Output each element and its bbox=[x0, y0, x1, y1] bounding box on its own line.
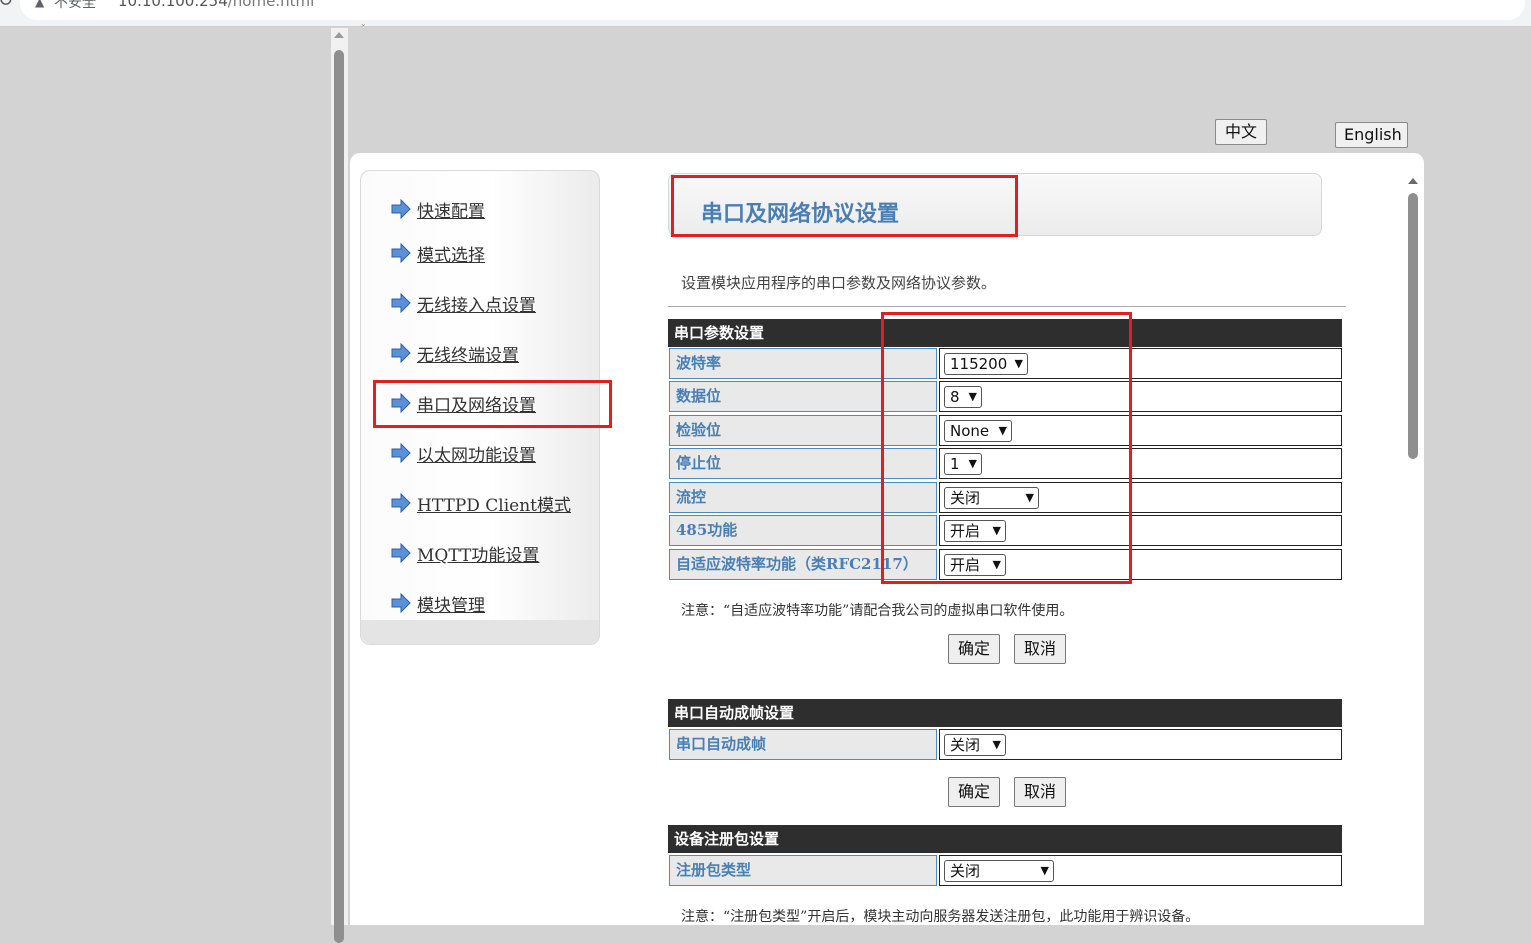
sidebar-item-module-management[interactable]: 模块管理 bbox=[391, 591, 485, 616]
page-description: 设置模块应用程序的串口参数及网络协议参数。 bbox=[681, 274, 997, 292]
sidebar-footer bbox=[361, 620, 599, 644]
serial-ok-button[interactable]: 确定 bbox=[948, 634, 1000, 664]
autoframe-select[interactable]: 关闭 ▼ bbox=[944, 734, 1006, 756]
sidebar-item-label: MQTT功能设置 bbox=[417, 545, 540, 566]
sidebar-item-wireless-ap[interactable]: 无线接入点设置 bbox=[391, 291, 536, 316]
autoframe-cancel-button[interactable]: 取消 bbox=[1014, 777, 1066, 807]
sidebar-item-label: 无线接入点设置 bbox=[417, 295, 536, 316]
serial-cancel-button[interactable]: 取消 bbox=[1014, 634, 1066, 664]
row-label: 注册包类型 bbox=[669, 855, 937, 886]
highlight-box-selects bbox=[881, 312, 1132, 584]
sidebar-item-label: 快速配置 bbox=[417, 201, 485, 222]
arrow-right-icon bbox=[391, 593, 411, 613]
row-value-cell: 关闭 ▼ bbox=[939, 855, 1342, 886]
arrow-right-icon bbox=[391, 243, 411, 263]
url-host: 10.10.100.254 bbox=[118, 0, 228, 10]
sidebar-item-mode-select[interactable]: 模式选择 bbox=[391, 241, 485, 266]
highlight-box-menu bbox=[373, 380, 612, 428]
scroll-up-icon[interactable] bbox=[1408, 178, 1418, 184]
url-text[interactable]: 10.10.100.254/home.html bbox=[118, 0, 314, 10]
highlight-box-title bbox=[671, 175, 1018, 237]
autoframe-ok-button[interactable]: 确定 bbox=[948, 777, 1000, 807]
table-row-register-type: 注册包类型 关闭 ▼ bbox=[668, 854, 1342, 887]
arrow-right-icon bbox=[391, 443, 411, 463]
scrollbar-thumb[interactable] bbox=[1408, 193, 1418, 459]
insecure-label: 不安全 bbox=[54, 0, 96, 11]
arrow-right-icon bbox=[391, 543, 411, 563]
page-scrollbar[interactable] bbox=[331, 28, 348, 943]
content-frame: 快速配置 模式选择 无线接入点设置 无线终端设置 串口及网络设置 以太网功能设置… bbox=[350, 153, 1424, 925]
row-value-cell: 关闭 ▼ bbox=[939, 729, 1342, 760]
divider bbox=[668, 306, 1346, 307]
lang-en-button[interactable]: English bbox=[1335, 122, 1408, 148]
sidebar-item-ethernet[interactable]: 以太网功能设置 bbox=[391, 441, 536, 466]
arrow-right-icon bbox=[391, 199, 411, 219]
sidebar-item-httpd-client[interactable]: HTTPD Client模式 bbox=[391, 491, 572, 516]
arrow-right-icon bbox=[391, 343, 411, 363]
scrollbar-thumb[interactable] bbox=[334, 50, 344, 943]
browser-address-bar: ↻ ▲ 不安全 10.10.100.254/home.html bbox=[0, 0, 1531, 27]
serial-note: 注意：“自适应波特率功能”请配合我公司的虚拟串口软件使用。 bbox=[681, 603, 1074, 619]
sidebar-item-label: HTTPD Client模式 bbox=[417, 495, 572, 516]
table-row-autoframe: 串口自动成帧 关闭 ▼ bbox=[668, 728, 1342, 761]
sidebar-item-label: 无线终端设置 bbox=[417, 345, 519, 366]
chevron-down-icon: ▼ bbox=[992, 738, 1001, 751]
register-type-select[interactable]: 关闭 ▼ bbox=[944, 860, 1054, 882]
frame-mark: ˇ bbox=[361, 24, 366, 35]
section-header-register: 设备注册包设置 bbox=[668, 825, 1342, 853]
arrow-right-icon bbox=[391, 493, 411, 513]
select-value: 关闭 bbox=[950, 862, 981, 880]
warning-icon: ▲ bbox=[35, 0, 45, 9]
frame-scrollbar[interactable] bbox=[1405, 171, 1422, 925]
scroll-up-icon[interactable] bbox=[334, 32, 344, 38]
reload-icon[interactable]: ↻ bbox=[0, 0, 13, 11]
chevron-down-icon: ▼ bbox=[1040, 864, 1049, 877]
arrow-right-icon bbox=[391, 293, 411, 313]
sidebar-item-mqtt[interactable]: MQTT功能设置 bbox=[391, 541, 540, 566]
sidebar-item-wireless-sta[interactable]: 无线终端设置 bbox=[391, 341, 519, 366]
sidebar-item-label: 模式选择 bbox=[417, 245, 485, 266]
sidebar-item-label: 以太网功能设置 bbox=[417, 445, 536, 466]
sidebar-item-label: 模块管理 bbox=[417, 595, 485, 616]
section-header-autoframe: 串口自动成帧设置 bbox=[668, 699, 1342, 727]
url-path: /home.html bbox=[227, 0, 315, 10]
sidebar-item-quick-config[interactable]: 快速配置 bbox=[391, 197, 485, 222]
row-label: 串口自动成帧 bbox=[669, 729, 937, 760]
select-value: 关闭 bbox=[950, 736, 981, 754]
register-note: 注意：“注册包类型”开启后，模块主动向服务器发送注册包，此功能用于辨识设备。 bbox=[681, 909, 1200, 925]
lang-zh-button[interactable]: 中文 bbox=[1215, 119, 1267, 145]
